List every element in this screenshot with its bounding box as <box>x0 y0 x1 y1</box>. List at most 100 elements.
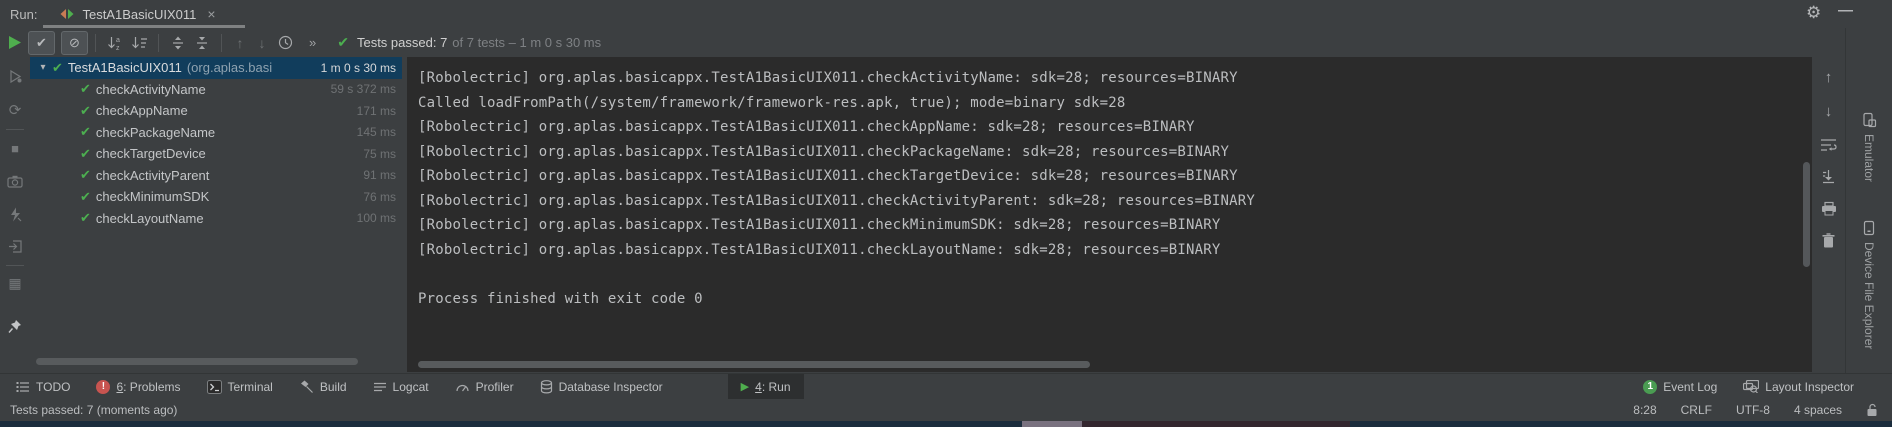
next-failed-test-icon[interactable]: ↓ <box>251 35 273 51</box>
tree-row-test[interactable]: ✔ checkMinimumSDK 76 ms <box>30 186 402 208</box>
test-name: checkActivityName <box>96 82 206 97</box>
event-log-label: Event Log <box>1663 380 1717 394</box>
indent-indicator[interactable]: 4 spaces <box>1794 403 1842 417</box>
chevron-down-icon[interactable]: ▾ <box>36 62 50 73</box>
tree-row-test[interactable]: ✔ checkActivityParent 91 ms <box>30 165 402 187</box>
bottom-window-strip <box>0 421 1892 427</box>
tool-button-build[interactable]: Build <box>286 374 360 399</box>
show-passed-toggle[interactable]: ✔ <box>28 31 55 55</box>
console-line: [Robolectric] org.aplas.basicappx.TestA1… <box>418 66 1812 91</box>
gear-icon[interactable]: ⚙ <box>1806 3 1821 23</box>
collapse-all-icon[interactable] <box>190 32 214 54</box>
attach-debugger-icon[interactable] <box>0 207 30 222</box>
caret-position[interactable]: 8:28 <box>1633 403 1656 417</box>
previous-failed-test-icon[interactable]: ↑ <box>229 35 251 51</box>
rerun-tests-button[interactable] <box>7 35 22 50</box>
console-right-toolbar: ↑ ↓ <box>1812 57 1845 372</box>
emulator-icon <box>1861 112 1877 128</box>
run-tool-window: Run: TestA1BasicUIX011 × ⚙ — ✔ ⊘ az <box>0 0 1892 427</box>
event-log-button[interactable]: 1 Event Log <box>1627 380 1730 394</box>
svg-text:z: z <box>116 45 120 51</box>
test-passed-icon: ✔ <box>80 81 91 97</box>
test-name: checkPackageName <box>96 125 215 140</box>
svg-text:a: a <box>116 37 120 44</box>
run-panel-left-toolbar: ⟳ ■ ▦ <box>0 57 30 372</box>
profiler-label: Profiler <box>476 380 514 394</box>
layout-inspector-label: Layout Inspector <box>1765 380 1854 394</box>
overflow-chevrons-icon[interactable]: » <box>309 35 317 50</box>
layout-grid-icon[interactable]: ▦ <box>0 275 30 292</box>
sort-alphabetically-icon[interactable]: az <box>103 32 127 54</box>
tool-button-terminal[interactable]: Terminal <box>194 374 286 399</box>
tool-button-logcat[interactable]: Logcat <box>360 374 442 399</box>
emulator-tool-button[interactable]: Emulator <box>1846 112 1892 182</box>
pin-tab-icon[interactable] <box>0 319 30 334</box>
tree-row-test[interactable]: ✔ checkAppName 171 ms <box>30 100 402 122</box>
bottom-scrollbar-thumb[interactable] <box>1022 421 1082 427</box>
tool-button-problems[interactable]: ! 6: Problems <box>83 374 193 399</box>
down-stacktrace-icon[interactable]: ↓ <box>1812 103 1845 120</box>
console-line: [Robolectric] org.aplas.basicappx.TestA1… <box>418 213 1812 238</box>
tool-button-profiler[interactable]: Profiler <box>442 374 527 399</box>
test-passed-icon: ✔ <box>80 103 91 119</box>
test-duration: 76 ms <box>363 190 396 204</box>
profiler-gauge-icon <box>455 380 470 393</box>
test-name: checkLayoutName <box>96 211 204 226</box>
problems-label: 6: Problems <box>116 380 180 394</box>
device-file-explorer-tool-button[interactable]: Device File Explorer <box>1846 220 1892 349</box>
emulator-label: Emulator <box>1862 134 1876 182</box>
stop-icon[interactable]: ■ <box>0 141 30 156</box>
expand-all-icon[interactable] <box>166 32 190 54</box>
console-line: [Robolectric] org.aplas.basicappx.TestA1… <box>418 115 1812 140</box>
console-horizontal-scrollbar[interactable] <box>418 361 1090 368</box>
test-duration: 100 ms <box>357 211 396 225</box>
line-ending-indicator[interactable]: CRLF <box>1681 403 1712 417</box>
close-icon[interactable]: × <box>207 6 215 22</box>
rerun-failed-tests-icon[interactable] <box>0 69 30 84</box>
import-test-results-icon[interactable] <box>0 239 30 254</box>
test-tree: ▾ ✔ TestA1BasicUIX011 (org.aplas.basi 1 … <box>30 57 402 372</box>
test-passed-icon: ✔ <box>80 146 91 162</box>
layout-inspector-button[interactable]: Layout Inspector <box>1730 380 1892 394</box>
apply-changes-icon[interactable]: ⟳ <box>0 101 30 119</box>
tool-button-run-selected[interactable]: ▶ 4: Run <box>728 374 804 399</box>
tool-button-todo[interactable]: TODO <box>0 374 83 399</box>
tests-passed-summary: Tests passed: 7 <box>357 35 447 50</box>
console-vertical-scrollbar[interactable] <box>1803 162 1810 267</box>
tree-row-test[interactable]: ✔ checkActivityName 59 s 372 ms <box>30 79 402 101</box>
print-icon[interactable] <box>1812 201 1845 216</box>
console-line: [Robolectric] org.aplas.basicappx.TestA1… <box>418 189 1812 214</box>
tree-row-test[interactable]: ✔ checkLayoutName 100 ms <box>30 208 402 230</box>
toolbar-separator <box>95 34 96 52</box>
tool-button-database-inspector[interactable]: Database Inspector <box>527 374 676 399</box>
terminal-label: Terminal <box>228 380 273 394</box>
build-label: Build <box>320 380 347 394</box>
test-history-icon[interactable] <box>273 32 297 54</box>
clear-console-trash-icon[interactable] <box>1812 233 1845 248</box>
encoding-indicator[interactable]: UTF-8 <box>1736 403 1770 417</box>
test-suite-duration: 1 m 0 s 30 ms <box>321 61 396 75</box>
bottom-strip-tint <box>1082 421 1350 427</box>
test-suite-name: TestA1BasicUIX011 <box>68 60 182 75</box>
sort-by-duration-icon[interactable] <box>127 32 151 54</box>
console-line: [Robolectric] org.aplas.basicappx.TestA1… <box>418 164 1812 189</box>
up-stacktrace-icon[interactable]: ↑ <box>1812 69 1845 86</box>
minimize-icon[interactable]: — <box>1838 2 1853 19</box>
scroll-to-end-icon[interactable] <box>1812 169 1845 184</box>
run-config-tab[interactable]: TestA1BasicUIX011 × <box>51 0 223 28</box>
event-log-badge: 1 <box>1643 380 1657 394</box>
toolbar-divider <box>6 129 24 130</box>
run-panel-header: Run: TestA1BasicUIX011 × ⚙ — <box>0 0 1892 28</box>
device-file-explorer-icon <box>1862 220 1876 236</box>
tree-row-root[interactable]: ▾ ✔ TestA1BasicUIX011 (org.aplas.basi 1 … <box>30 57 402 79</box>
show-ignored-toggle[interactable]: ⊘ <box>61 31 88 55</box>
tree-horizontal-scrollbar[interactable] <box>36 358 358 365</box>
screenshot-camera-icon[interactable] <box>0 175 30 188</box>
unlock-icon[interactable] <box>1866 403 1878 417</box>
tree-row-test[interactable]: ✔ checkTargetDevice 75 ms <box>30 143 402 165</box>
tree-row-test[interactable]: ✔ checkPackageName 145 ms <box>30 122 402 144</box>
soft-wrap-icon[interactable] <box>1812 137 1845 152</box>
test-passed-icon: ✔ <box>52 60 63 76</box>
tool-window-bar: TODO ! 6: Problems Terminal Build Logcat <box>0 373 1892 399</box>
test-suite-package: (org.aplas.basi <box>187 60 272 75</box>
